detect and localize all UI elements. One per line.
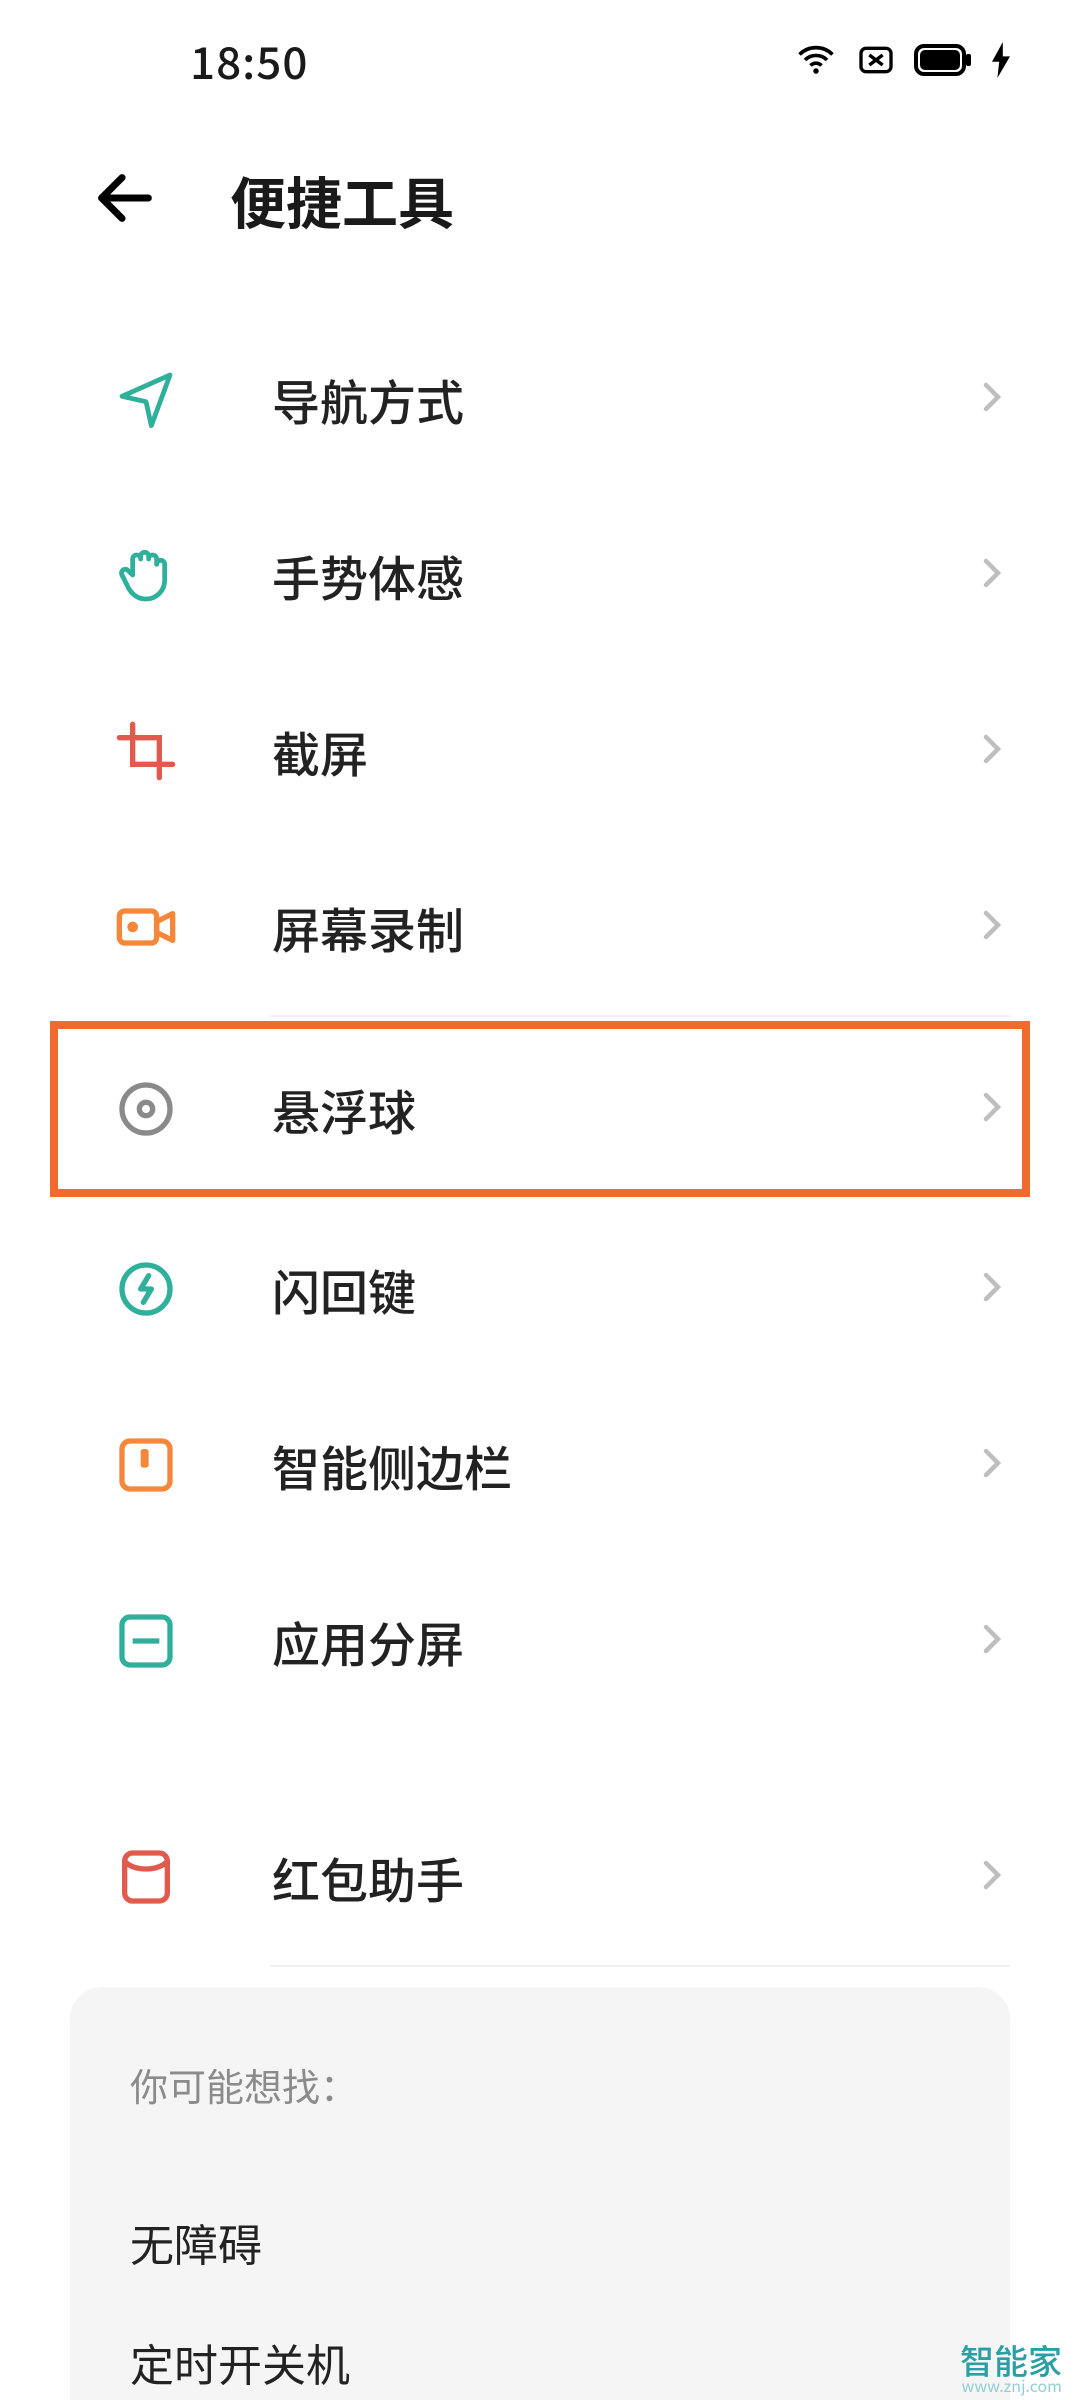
chevron-right-icon [974, 1445, 1010, 1486]
section-divider [270, 1965, 1010, 1967]
battery-icon [914, 43, 974, 77]
chevron-right-icon [974, 1269, 1010, 1310]
suggestion-accessibility[interactable]: 无障碍 [130, 2182, 950, 2302]
row-label: 导航方式 [182, 364, 974, 434]
settings-list: 导航方式 手势体感 截屏 [0, 311, 1080, 1967]
row-floating-ball[interactable]: 悬浮球 [50, 1021, 1030, 1197]
sidebar-icon [110, 1429, 182, 1501]
status-icons [794, 38, 1010, 82]
chevron-right-icon [974, 379, 1010, 420]
row-label: 闪回键 [182, 1254, 974, 1324]
row-split-screen[interactable]: 应用分屏 [0, 1553, 1080, 1729]
row-flashback-key[interactable]: 闪回键 [0, 1201, 1080, 1377]
chevron-right-icon [974, 1089, 1010, 1130]
chevron-right-icon [974, 731, 1010, 772]
chevron-right-icon [974, 1857, 1010, 1898]
row-label: 手势体感 [182, 540, 974, 610]
row-label: 屏幕录制 [182, 892, 974, 962]
row-label: 智能侧边栏 [182, 1430, 974, 1500]
page-title: 便捷工具 [230, 160, 454, 241]
target-circle-icon [110, 1073, 182, 1145]
section-divider [270, 1015, 1010, 1017]
wifi-icon [794, 38, 838, 82]
chevron-right-icon [974, 555, 1010, 596]
status-bar: 18:50 [0, 0, 1080, 120]
row-red-packet-assistant[interactable]: 红包助手 [0, 1789, 1080, 1965]
row-label: 截屏 [182, 716, 974, 786]
cursor-icon [110, 363, 182, 435]
split-square-icon [110, 1605, 182, 1677]
watermark-title: 智能家 [960, 2342, 1062, 2378]
suggestion-card: 你可能想找： 无障碍 定时开关机 [70, 1987, 1010, 2400]
page-header: 便捷工具 [0, 120, 1080, 311]
envelope-icon [110, 1841, 182, 1913]
row-smart-sidebar[interactable]: 智能侧边栏 [0, 1377, 1080, 1553]
section-gap [0, 1729, 1080, 1789]
suggestion-scheduled-power[interactable]: 定时开关机 [130, 2302, 950, 2400]
back-button[interactable] [90, 163, 160, 238]
row-navigation-method[interactable]: 导航方式 [0, 311, 1080, 487]
row-label: 红包助手 [182, 1842, 974, 1912]
charging-icon [992, 42, 1010, 78]
suggestion-hint: 你可能想找： [130, 2057, 950, 2112]
lightning-circle-icon [110, 1253, 182, 1325]
crop-icon [110, 715, 182, 787]
status-time: 18:50 [190, 28, 308, 92]
watermark-url: www.znj.com [960, 2377, 1062, 2394]
video-camera-icon [110, 891, 182, 963]
row-gestures[interactable]: 手势体感 [0, 487, 1080, 663]
row-screenshot[interactable]: 截屏 [0, 663, 1080, 839]
chevron-right-icon [974, 907, 1010, 948]
no-sim-icon [856, 40, 896, 80]
hand-icon [110, 539, 182, 611]
watermark: 智能家 www.znj.com [960, 2342, 1062, 2394]
row-label: 应用分屏 [182, 1606, 974, 1676]
row-screen-recording[interactable]: 屏幕录制 [0, 839, 1080, 1015]
chevron-right-icon [974, 1621, 1010, 1662]
row-label: 悬浮球 [182, 1074, 974, 1144]
